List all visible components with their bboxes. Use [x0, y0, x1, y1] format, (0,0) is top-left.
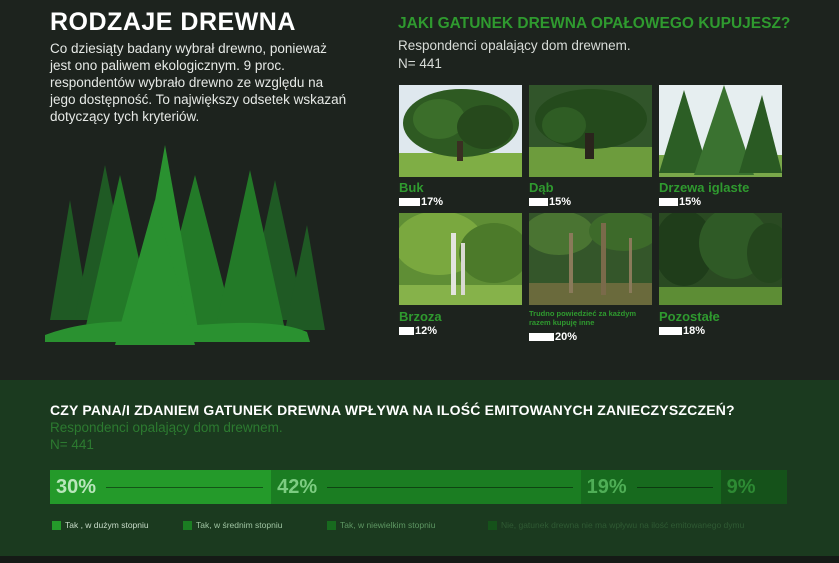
conifer-photo — [659, 85, 782, 177]
tile-value: 20% — [555, 331, 578, 343]
footer-strip — [0, 556, 839, 563]
legend-item: Tak, w niewielkim stopniu — [327, 520, 435, 530]
legend-label: Nie, gatunek drewna nie ma wpływu na ilo… — [501, 520, 745, 530]
intro-text: Co dziesiąty badany wybrał drewno, ponie… — [50, 41, 347, 124]
section-title: RODZAJE DREWNA — [50, 8, 296, 36]
tile-value: 15% — [679, 196, 702, 208]
oak-photo — [529, 85, 652, 177]
segment-label: 30% — [56, 475, 97, 498]
legend-item: Nie, gatunek drewna nie ma wpływu na ilo… — [488, 520, 744, 530]
segment-label: 42% — [277, 475, 318, 498]
beech-photo — [399, 85, 522, 177]
tile-dab: Dąb 15% — [529, 85, 652, 208]
legend-swatch — [183, 520, 192, 530]
tile-label: Dąb — [529, 180, 554, 195]
chart2-legend: Tak , w dużym stopniu Tak, w średnim stop… — [50, 520, 787, 536]
tile-bar — [399, 198, 420, 206]
legend-label: Tak , w dużym stopniu — [65, 520, 149, 530]
stacked-segment: 42% — [271, 470, 581, 504]
tile-bar — [529, 198, 548, 206]
segment-label: 19% — [586, 475, 627, 498]
tile-bar — [659, 327, 682, 335]
chart1-sample-size: N= 441 — [398, 56, 442, 71]
tile-bar — [659, 198, 678, 206]
segment-label: 9% — [726, 475, 756, 498]
stacked-segment: 9% — [720, 470, 787, 504]
legend-label: Tak, w niewielkim stopniu — [340, 520, 436, 530]
chart1-title: JAKI GATUNEK DREWNA OPAŁOWEGO KUPUJESZ? — [398, 15, 791, 32]
legend-item: Tak , w dużym stopniu — [52, 520, 149, 530]
legend-item: Tak, w średnim stopniu — [183, 520, 282, 530]
mixed-forest-photo — [529, 213, 652, 305]
tile-buk: Buk 17% — [399, 85, 522, 208]
segment-divider-line — [106, 487, 264, 488]
chart1-subtitle: Respondenci opalający dom drewnem. — [398, 38, 631, 53]
chart2-subtitle: Respondenci opalający dom drewnem. — [50, 420, 283, 435]
tile-drzewa-iglaste: Drzewa iglaste 15% — [659, 85, 782, 208]
tile-pozostale: Pozostałe 18% — [659, 213, 782, 337]
tile-brzoza: Brzoza 12% — [399, 213, 522, 337]
legend-label: Tak, w średnim stopniu — [196, 520, 283, 530]
tile-value: 18% — [683, 325, 706, 337]
stacked-segment: 30% — [50, 470, 272, 504]
other-trees-photo — [659, 213, 782, 305]
tile-bar — [529, 333, 554, 341]
legend-swatch — [327, 520, 336, 530]
legend-swatch — [488, 520, 497, 530]
tile-label: Drzewa iglaste — [659, 180, 750, 195]
tile-trudno-powiedziec: Trudno powiedzieć za każdym razem kupuję… — [529, 213, 652, 343]
segment-divider-line — [636, 487, 713, 488]
stacked-segment: 19% — [580, 470, 721, 504]
tile-label: Buk — [399, 180, 424, 195]
chart2-sample-size: N= 441 — [50, 437, 94, 452]
segment-divider-line — [327, 487, 573, 488]
birch-photo — [399, 213, 522, 305]
tile-value: 17% — [421, 196, 444, 208]
tile-label: Pozostałe — [659, 309, 720, 324]
tile-label: Brzoza — [399, 309, 442, 324]
legend-swatch — [52, 520, 61, 530]
chart2-title: CZY PANA/I ZDANIEM GATUNEK DREWNA WPŁYWA… — [50, 402, 735, 418]
forest-illustration — [45, 145, 325, 345]
stacked-bar: 30% 42% 19% 9% — [50, 470, 787, 504]
tile-value: 12% — [415, 325, 438, 337]
tile-label: Trudno powiedzieć za każdym razem kupuję… — [529, 309, 637, 327]
tile-value: 15% — [549, 196, 572, 208]
tile-bar — [399, 327, 414, 335]
